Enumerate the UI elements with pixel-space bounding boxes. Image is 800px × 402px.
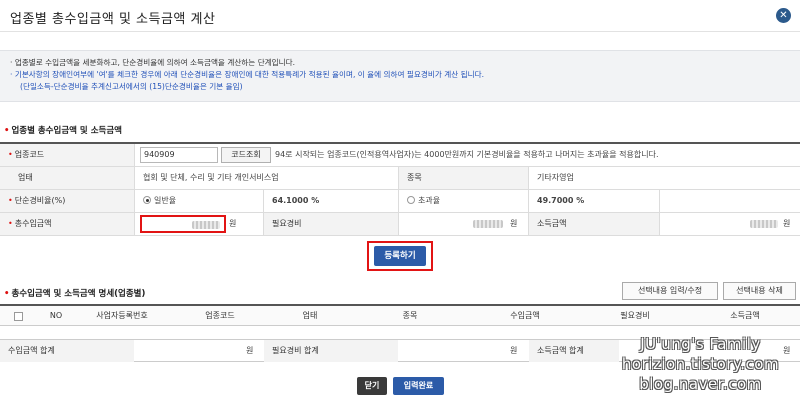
radio-selected-icon[interactable]	[143, 196, 151, 204]
notice-line-1: · 업종별로 수입금액을 세분화하고, 단순경비율에 의하여 소득금액을 계산하…	[10, 58, 296, 67]
col-no: NO	[49, 311, 63, 320]
revenue-input[interactable]	[140, 215, 226, 233]
revenue-total-label: 수입금액 합계	[0, 340, 134, 362]
expense-total-label: 필요경비 합계	[264, 340, 398, 362]
rate-excess-radio[interactable]: 초과율	[399, 190, 528, 212]
code-lookup-button[interactable]: 코드조회	[221, 147, 271, 163]
submit-button[interactable]: 입력완료	[393, 377, 444, 395]
code-label: • 업종코드	[0, 144, 134, 166]
item-label: 종목	[399, 167, 528, 189]
revenue-unit: 원	[229, 219, 237, 228]
business-label: 업태	[0, 167, 134, 189]
dialog-header: 업종별 총수입금액 및 소득금액 계산 ✕	[0, 0, 800, 32]
watermark-line-1: JU'ung's Family	[640, 335, 761, 353]
form-row-rate: • 단순경비율(%) 일반율 64.1000 % 초과율 49.7000 %	[0, 190, 800, 213]
rate-label: • 단순경비율(%)	[0, 190, 134, 212]
dialog-title: 업종별 총수입금액 및 소득금액 계산	[10, 12, 216, 27]
revenue-total-unit: 원	[246, 346, 254, 355]
col-business: 업태	[302, 311, 318, 320]
masked-income	[750, 220, 778, 228]
required-marker: •	[4, 289, 10, 299]
income-unit: 원	[783, 219, 791, 228]
section-title-text: 총수입금액 및 소득금액 명세(업종별)	[11, 289, 146, 299]
radio-unselected-icon[interactable]	[407, 196, 415, 204]
form-row-business: 업태 협회 및 단체, 수리 및 기타 개인서비스업 종목 기타자영업	[0, 167, 800, 190]
close-button[interactable]: 닫기	[357, 377, 387, 395]
col-revenue: 수입금액	[510, 311, 540, 320]
watermark-line-3: blog.naver.com	[639, 375, 762, 393]
delete-selected-button[interactable]: 선택내용 삭제	[723, 282, 796, 300]
section-title-details: • 총수입금액 및 소득금액 명세(업종별)	[4, 287, 145, 299]
rate-excess-value: 49.7000 %	[537, 196, 585, 205]
watermark-line-2: horizion.tistory.com	[621, 355, 780, 373]
register-button[interactable]: 등록하기	[374, 246, 426, 266]
notice-line-3: (단일소득-단순경비율 추계신고서에서의 (15)단순경비율은 기본 율임)	[20, 82, 243, 91]
income-form: • 업종코드 940909 코드조회 94로 시작되는 업종코드(인적용역사업자)…	[0, 142, 800, 236]
revenue-label: • 총수입금액	[0, 213, 134, 235]
item-value: 기타자영업	[537, 173, 574, 182]
close-icon[interactable]: ✕	[776, 8, 791, 23]
masked-expense	[473, 220, 503, 228]
col-business-number: 사업자등록번호	[96, 311, 148, 320]
masked-amount	[192, 221, 220, 229]
edit-selected-button[interactable]: 선택내용 입력/수정	[622, 282, 718, 300]
notice-box: · 업종별로 수입금액을 세분화하고, 단순경비율에 의하여 소득금액을 계산하…	[0, 50, 800, 102]
expense-total-unit: 원	[510, 346, 518, 355]
form-row-code: • 업종코드 940909 코드조회 94로 시작되는 업종코드(인적용역사업자)…	[0, 144, 800, 167]
notice-line-2: · 기본사항의 장애인여부에 '여'를 체크한 경우에 아래 단순경비율은 장애…	[10, 70, 485, 79]
form-row-amounts: • 총수입금액 원 필요경비 원 소득금액 원	[0, 213, 800, 236]
rate-general-value: 64.1000 %	[272, 196, 320, 205]
code-input[interactable]: 940909	[140, 147, 218, 163]
detail-grid-header: NO 사업자등록번호 업종코드 업태 종목 수입금액 필요경비 소득금액	[0, 304, 800, 326]
section-title-text: 업종별 총수입금액 및 소득금액	[11, 126, 122, 136]
section-title-income: • 업종별 총수입금액 및 소득금액	[4, 124, 122, 136]
select-all-checkbox[interactable]	[14, 312, 23, 321]
income-label: 소득금액	[529, 213, 659, 235]
business-value: 협회 및 단체, 수리 및 기타 개인서비스업	[143, 173, 279, 182]
col-expense: 필요경비	[620, 311, 650, 320]
required-marker: •	[4, 126, 10, 136]
col-income: 소득금액	[730, 311, 760, 320]
watermark: JU'ung's Family horizion.tistory.com blo…	[603, 334, 798, 398]
rate-general-radio[interactable]: 일반율	[135, 190, 263, 212]
code-description: 94로 시작되는 업종코드(인적용역사업자)는 4000만원까지 기본경비율을 …	[275, 150, 659, 159]
expense-unit: 원	[510, 219, 518, 228]
col-code: 업종코드	[205, 311, 235, 320]
col-item: 종목	[402, 311, 418, 320]
expense-label: 필요경비	[264, 213, 398, 235]
